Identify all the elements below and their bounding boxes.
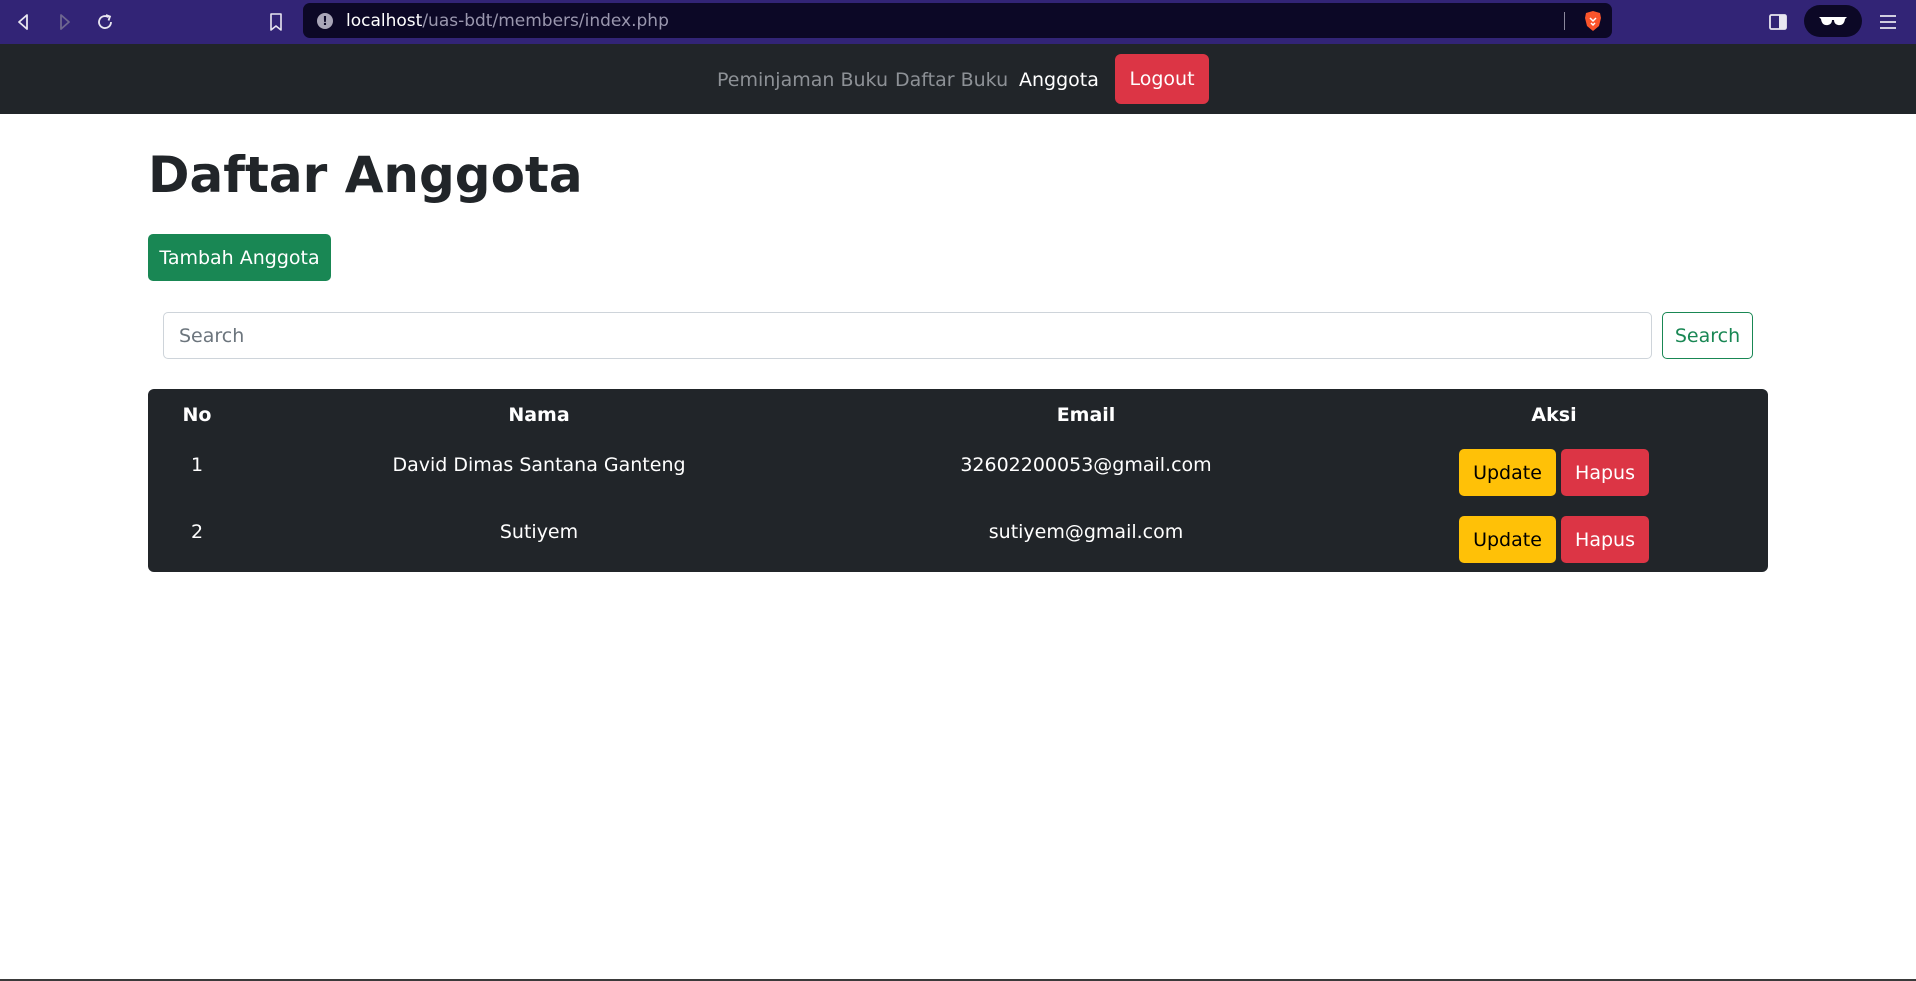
browser-toolbar: ! localhost/uas-bdt/members/index.php <box>0 0 1916 44</box>
app-navbar: Peminjaman Buku Daftar Buku Anggota Logo… <box>0 44 1916 114</box>
url-text: localhost/uas-bdt/members/index.php <box>346 11 669 31</box>
sidebar-icon[interactable] <box>1766 10 1790 34</box>
brave-shield-icon[interactable] <box>1582 10 1604 32</box>
row-actions: Update Hapus <box>1459 449 1649 496</box>
column-header-aksi: Aksi <box>1531 404 1577 426</box>
table-cell-no: 1 <box>190 454 204 476</box>
column-header-email: Email <box>1056 404 1116 426</box>
page-title: Daftar Anggota <box>148 146 583 204</box>
table-cell-email: 32602200053@gmail.com <box>960 454 1212 476</box>
reload-icon[interactable] <box>91 8 119 36</box>
update-button[interactable]: Update <box>1459 449 1556 496</box>
column-header-nama: Nama <box>508 404 570 426</box>
row-actions: Update Hapus <box>1459 516 1649 563</box>
menu-icon[interactable] <box>1876 10 1900 34</box>
nav-link-anggota[interactable]: Anggota <box>1019 69 1099 91</box>
table-cell-email: sutiyem@gmail.com <box>988 521 1184 543</box>
delete-button[interactable]: Hapus <box>1561 449 1649 496</box>
site-info-icon[interactable]: ! <box>317 13 333 29</box>
bookmark-icon[interactable] <box>262 8 290 36</box>
nav-link-daftar-buku[interactable]: Daftar Buku <box>895 69 1008 91</box>
table-cell-nama: David Dimas Santana Ganteng <box>392 454 686 476</box>
table-cell-nama: Sutiyem <box>499 521 579 543</box>
delete-button[interactable]: Hapus <box>1561 516 1649 563</box>
add-member-button[interactable]: Tambah Anggota <box>148 234 331 281</box>
logout-button[interactable]: Logout <box>1115 54 1209 104</box>
vpn-glasses-icon[interactable] <box>1804 5 1862 37</box>
update-button[interactable]: Update <box>1459 516 1556 563</box>
address-divider <box>1564 12 1565 30</box>
column-header-no: No <box>182 404 212 426</box>
table-cell-no: 2 <box>190 521 204 543</box>
nav-link-peminjaman-buku[interactable]: Peminjaman Buku <box>717 69 888 91</box>
address-bar[interactable]: ! localhost/uas-bdt/members/index.php <box>303 3 1612 38</box>
forward-icon[interactable] <box>50 8 78 36</box>
back-icon[interactable] <box>10 8 38 36</box>
members-table: No Nama Email Aksi 1 David Dimas Santana… <box>148 389 1768 572</box>
search-input[interactable] <box>163 312 1652 359</box>
search-button[interactable]: Search <box>1662 312 1753 359</box>
